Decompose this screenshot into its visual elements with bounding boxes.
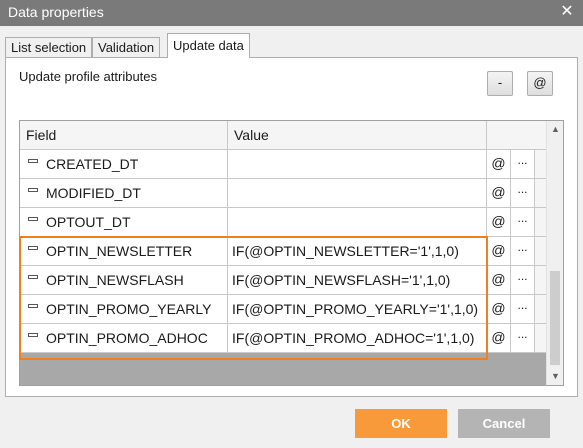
- field-cell[interactable]: MODIFIED_DT: [20, 179, 228, 208]
- table-row[interactable]: OPTIN_PROMO_YEARLY IF(@OPTIN_PROMO_YEARLY…: [20, 295, 548, 324]
- field-cell[interactable]: OPTIN_NEWSFLASH: [20, 266, 228, 295]
- scroll-up-icon[interactable]: ▲: [547, 121, 563, 138]
- window-title: Data properties: [8, 4, 104, 20]
- cancel-button[interactable]: Cancel: [458, 409, 550, 438]
- value-cell[interactable]: IF(@OPTIN_PROMO_ADHOC='1',1,0): [228, 324, 487, 353]
- tab-panel-update-data: Update profile attributes - @ Field Valu…: [5, 57, 578, 397]
- field-name: OPTIN_PROMO_ADHOC: [46, 330, 208, 346]
- field-name: CREATED_DT: [46, 156, 139, 172]
- value-cell[interactable]: [228, 208, 487, 237]
- field-name: OPTIN_PROMO_YEARLY: [46, 301, 212, 317]
- insert-variable-cell-button[interactable]: @: [487, 150, 511, 179]
- table-row[interactable]: OPTIN_PROMO_ADHOC IF(@OPTIN_PROMO_ADHOC='…: [20, 324, 548, 353]
- row-handle-icon: [28, 333, 38, 337]
- row-handle-icon: [28, 304, 38, 308]
- row-handle-icon: [28, 159, 38, 163]
- value-cell[interactable]: [228, 150, 487, 179]
- value-cell[interactable]: IF(@OPTIN_NEWSFLASH='1',1,0): [228, 266, 487, 295]
- scroll-down-icon[interactable]: ▼: [547, 368, 563, 385]
- tab-validation[interactable]: Validation: [92, 37, 161, 57]
- table-row[interactable]: OPTIN_NEWSLETTER IF(@OPTIN_NEWSLETTER='1'…: [20, 237, 548, 266]
- vertical-scrollbar[interactable]: ▲ ▼: [546, 121, 563, 385]
- more-options-button[interactable]: ...: [511, 266, 535, 295]
- table-row[interactable]: OPTIN_NEWSFLASH IF(@OPTIN_NEWSFLASH='1',1…: [20, 266, 548, 295]
- value-cell[interactable]: IF(@OPTIN_NEWSLETTER='1',1,0): [228, 237, 487, 266]
- field-cell[interactable]: OPTIN_PROMO_YEARLY: [20, 295, 228, 324]
- more-options-button[interactable]: ...: [511, 179, 535, 208]
- field-name: MODIFIED_DT: [46, 185, 141, 201]
- section-label: Update profile attributes: [19, 69, 158, 84]
- scroll-thumb[interactable]: [550, 271, 560, 365]
- more-options-button[interactable]: ...: [511, 237, 535, 266]
- table-row[interactable]: MODIFIED_DT @...: [20, 179, 548, 208]
- field-name: OPTIN_NEWSFLASH: [46, 272, 184, 288]
- remove-button[interactable]: -: [487, 71, 513, 96]
- title-bar: Data properties ✕: [0, 0, 583, 26]
- row-handle-icon: [28, 188, 38, 192]
- more-options-button[interactable]: ...: [511, 324, 535, 353]
- insert-variable-cell-button[interactable]: @: [487, 208, 511, 237]
- field-name: OPTIN_NEWSLETTER: [46, 243, 193, 259]
- insert-variable-cell-button[interactable]: @: [487, 237, 511, 266]
- tab-update-data[interactable]: Update data: [167, 33, 250, 58]
- field-name: OPTOUT_DT: [46, 214, 131, 230]
- table-row[interactable]: CREATED_DT @...: [20, 150, 548, 179]
- column-header-value[interactable]: Value: [228, 121, 487, 150]
- more-options-button[interactable]: ...: [511, 295, 535, 324]
- value-cell[interactable]: IF(@OPTIN_PROMO_YEARLY='1',1,0): [228, 295, 487, 324]
- field-cell[interactable]: OPTOUT_DT: [20, 208, 228, 237]
- ok-button[interactable]: OK: [355, 409, 447, 438]
- insert-variable-button[interactable]: @: [527, 71, 553, 96]
- field-cell[interactable]: CREATED_DT: [20, 150, 228, 179]
- row-handle-icon: [28, 217, 38, 221]
- table-row[interactable]: OPTOUT_DT @...: [20, 208, 548, 237]
- row-handle-icon: [28, 275, 38, 279]
- field-cell[interactable]: OPTIN_PROMO_ADHOC: [20, 324, 228, 353]
- insert-variable-cell-button[interactable]: @: [487, 266, 511, 295]
- field-cell[interactable]: OPTIN_NEWSLETTER: [20, 237, 228, 266]
- more-options-button[interactable]: ...: [511, 208, 535, 237]
- tab-list-selection[interactable]: List selection: [5, 37, 93, 57]
- row-handle-icon: [28, 246, 38, 250]
- column-header-field[interactable]: Field: [20, 121, 228, 150]
- insert-variable-cell-button[interactable]: @: [487, 295, 511, 324]
- insert-variable-cell-button[interactable]: @: [487, 179, 511, 208]
- close-icon[interactable]: ✕: [557, 1, 577, 23]
- insert-variable-cell-button[interactable]: @: [487, 324, 511, 353]
- column-header-actions: [487, 121, 548, 150]
- value-cell[interactable]: [228, 179, 487, 208]
- attributes-grid: Field Value CREATED_DT @... MODIFIED_DT @..…: [19, 120, 564, 386]
- more-options-button[interactable]: ...: [511, 150, 535, 179]
